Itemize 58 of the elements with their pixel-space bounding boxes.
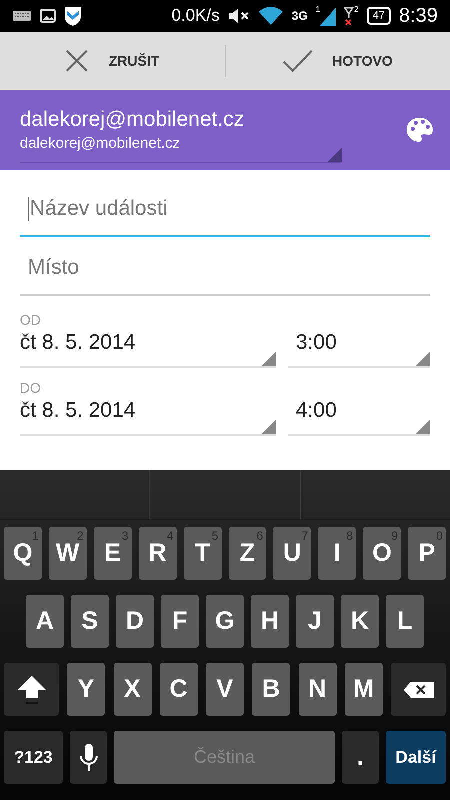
close-icon bbox=[64, 49, 89, 73]
keyboard-key[interactable]: Y bbox=[67, 663, 106, 716]
wifi-icon bbox=[258, 6, 284, 26]
voice-key[interactable] bbox=[70, 731, 107, 784]
keyboard-key[interactable]: G bbox=[206, 595, 244, 648]
done-button[interactable]: HOTOVO bbox=[226, 32, 450, 90]
dropdown-corner-icon bbox=[262, 420, 276, 434]
text-field[interactable]: Místo bbox=[28, 252, 422, 284]
checkmark-icon bbox=[282, 49, 313, 73]
sim-label: 2 bbox=[354, 6, 359, 14]
keyboard-key[interactable]: D bbox=[116, 595, 154, 648]
keyboard-key[interactable]: L bbox=[386, 595, 424, 648]
dropdown-corner-icon bbox=[328, 148, 342, 162]
keyboard-key[interactable]: F bbox=[161, 595, 199, 648]
account-name: dalekorej@mobilenet.cz bbox=[20, 106, 244, 132]
palette-icon[interactable] bbox=[406, 117, 434, 143]
network-type: 3G bbox=[292, 8, 308, 25]
shift-key[interactable] bbox=[4, 663, 59, 716]
date-picker[interactable]: čt 8. 5. 2014 bbox=[20, 328, 276, 368]
cancel-button[interactable]: ZRUŠIT bbox=[0, 32, 224, 90]
keyboard-key[interactable]: B bbox=[252, 663, 290, 716]
keyboard-key[interactable]: H bbox=[251, 595, 289, 648]
account-email: dalekorej@mobilenet.cz bbox=[20, 134, 180, 154]
dropdown-corner-icon bbox=[416, 420, 430, 434]
no-signal-icon bbox=[344, 6, 354, 26]
time-picker[interactable]: 4:00 bbox=[288, 396, 430, 436]
keyboard-key[interactable]: C bbox=[160, 663, 198, 716]
keyboard-key[interactable]: S bbox=[71, 595, 109, 648]
period-key[interactable]: . bbox=[342, 731, 379, 784]
dropdown-corner-icon bbox=[262, 352, 276, 366]
text-field[interactable]: Název události bbox=[30, 192, 422, 224]
image-icon bbox=[40, 9, 56, 23]
next-key[interactable]: Další bbox=[386, 731, 446, 784]
keyboard-key[interactable]: M bbox=[344, 663, 383, 716]
shield-icon bbox=[64, 5, 82, 27]
time-picker[interactable]: 3:00 bbox=[288, 328, 430, 368]
muted-speaker-icon bbox=[228, 8, 250, 24]
dropdown-corner-icon bbox=[416, 352, 430, 366]
keyboard-key[interactable]: A bbox=[26, 595, 64, 648]
keyboard-key[interactable]: V bbox=[206, 663, 244, 716]
keyboard-key[interactable]: J bbox=[296, 595, 334, 648]
time-label: OD bbox=[20, 312, 42, 328]
sim-label: 1 bbox=[316, 6, 320, 14]
clock: 8:39 bbox=[399, 4, 438, 29]
microphone-icon bbox=[78, 742, 98, 772]
keyboard-key[interactable]: N bbox=[298, 663, 336, 716]
symbols-key[interactable]: ?123 bbox=[4, 731, 63, 784]
backspace-icon bbox=[402, 680, 434, 698]
network-speed: 0.0K/s bbox=[172, 5, 220, 28]
time-label: DO bbox=[20, 380, 42, 396]
shift-arrow-icon bbox=[16, 674, 48, 704]
keyboard-key[interactable]: X bbox=[114, 663, 152, 716]
backspace-key[interactable] bbox=[391, 663, 446, 716]
keyboard-icon bbox=[12, 10, 32, 22]
keyboard-key[interactable]: K bbox=[341, 595, 379, 648]
date-picker[interactable]: čt 8. 5. 2014 bbox=[20, 396, 276, 436]
signal-icon bbox=[320, 6, 336, 26]
battery-indicator: 47 bbox=[366, 7, 392, 25]
